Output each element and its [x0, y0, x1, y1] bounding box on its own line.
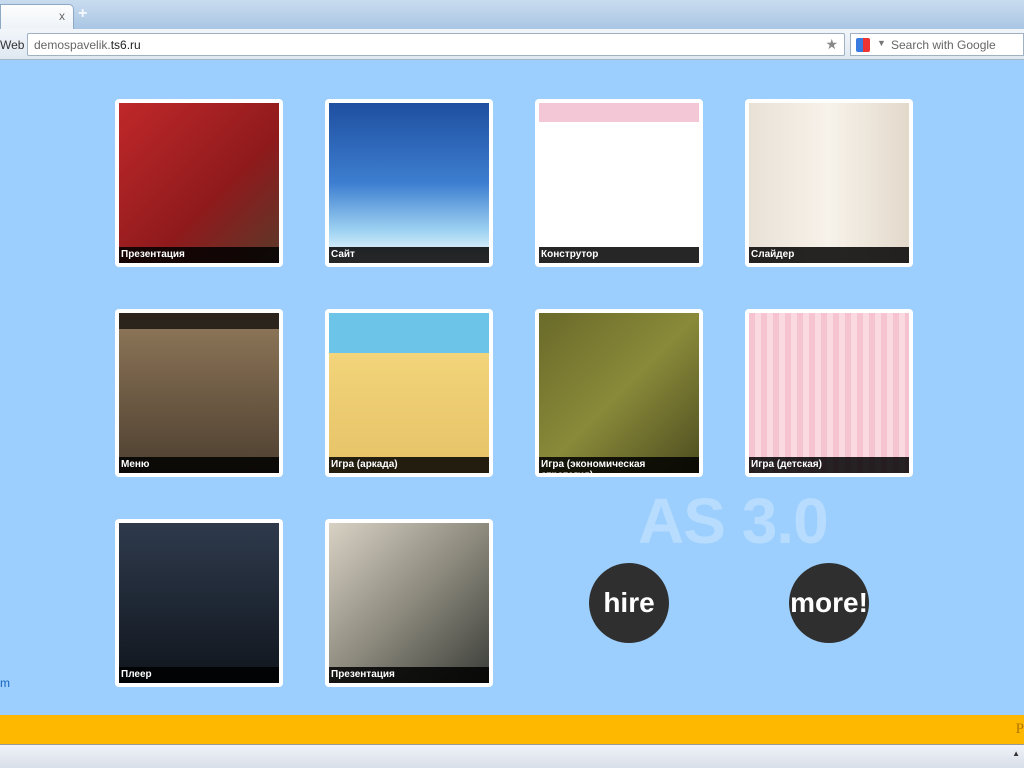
thumb-image: Конструтор [539, 103, 699, 263]
close-tab-icon[interactable]: x [59, 9, 65, 23]
portfolio-thumb[interactable]: Слайдер [745, 99, 913, 267]
thumb-image: Игра (аркада) [329, 313, 489, 473]
thumb-image: Плеер [119, 523, 279, 683]
url-domain: demospavelik. [34, 38, 111, 52]
dropdown-arrow-icon[interactable]: ▼ [877, 38, 886, 48]
thumb-caption: Презентация [329, 667, 489, 683]
more-button[interactable]: more! [789, 563, 869, 643]
portfolio-thumb[interactable]: Игра (экономическая стратегия) [535, 309, 703, 477]
side-link[interactable]: m [0, 676, 10, 690]
bookmark-star-icon[interactable]: ★ [825, 36, 838, 53]
thumb-image: Презентация [119, 103, 279, 263]
thumb-caption: Презентация [119, 247, 279, 263]
browser-toolbar: Web demospavelik.ts6.ru ★ ▼ Search with … [0, 29, 1024, 60]
thumb-caption: Игра (экономическая стратегия) [539, 457, 699, 473]
web-button[interactable]: Web [0, 38, 24, 52]
browser-tab[interactable]: x [0, 4, 74, 29]
portfolio-thumb[interactable]: Игра (аркада) [325, 309, 493, 477]
status-bar: ▲ [0, 744, 1024, 768]
thumb-caption: Игра (аркада) [329, 457, 489, 473]
hire-button[interactable]: hire [589, 563, 669, 643]
new-tab-icon[interactable]: + [78, 5, 87, 23]
thumb-caption: Плеер [119, 667, 279, 683]
portfolio-thumb[interactable]: Меню [115, 309, 283, 477]
thumb-image: Игра (экономическая стратегия) [539, 313, 699, 473]
thumb-caption: Игра (детская) [749, 457, 909, 473]
address-bar[interactable]: demospavelik.ts6.ru ★ [27, 33, 845, 56]
search-box[interactable]: ▼ Search with Google [850, 33, 1024, 56]
thumb-caption: Слайдер [749, 247, 909, 263]
thumb-caption: Сайт [329, 247, 489, 263]
url-host: ts6.ru [110, 38, 141, 52]
portfolio-thumb[interactable]: Сайт [325, 99, 493, 267]
scroll-up-icon[interactable]: ▲ [1012, 749, 1020, 758]
portfolio-thumb[interactable]: Презентация [325, 519, 493, 687]
footer-bar: P [0, 715, 1024, 744]
google-icon [856, 38, 870, 52]
tab-strip: x + [0, 0, 1024, 29]
as3-banner: AS 3.0 [638, 485, 829, 557]
portfolio-thumb[interactable]: Презентация [115, 99, 283, 267]
thumb-caption: Меню [119, 457, 279, 473]
thumb-image: Сайт [329, 103, 489, 263]
portfolio-thumb[interactable]: Конструтор [535, 99, 703, 267]
thumb-image: Презентация [329, 523, 489, 683]
portfolio-thumb[interactable]: Игра (детская) [745, 309, 913, 477]
thumb-caption: Конструтор [539, 247, 699, 263]
thumb-image: Игра (детская) [749, 313, 909, 473]
footer-text: P [1015, 721, 1024, 737]
portfolio-thumb[interactable]: Плеер [115, 519, 283, 687]
search-placeholder: Search with Google [891, 38, 996, 52]
thumb-image: Слайдер [749, 103, 909, 263]
thumb-image: Меню [119, 313, 279, 473]
